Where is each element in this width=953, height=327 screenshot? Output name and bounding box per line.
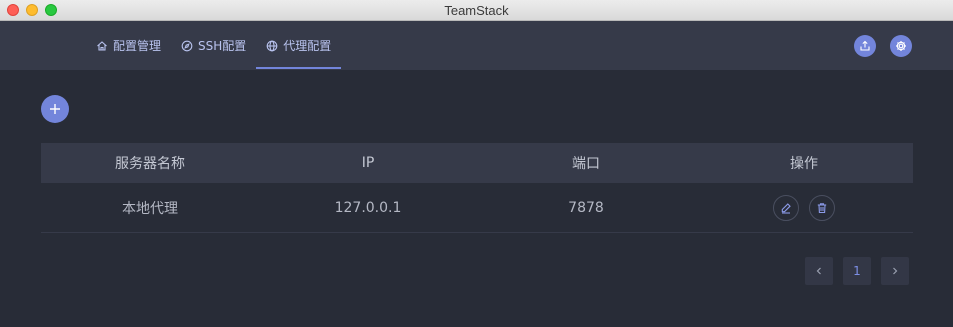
upload-button[interactable] <box>854 35 876 57</box>
prev-page-button[interactable] <box>805 257 833 285</box>
upload-icon <box>860 40 870 51</box>
edit-button[interactable] <box>773 194 799 221</box>
add-proxy-button[interactable] <box>41 95 69 123</box>
chevron-left-icon <box>816 267 821 275</box>
globe-icon <box>266 40 278 51</box>
cell-actions <box>695 194 913 221</box>
app-window: TeamStack 配置管理 SSH配置 代理配置 服务器名称 IP 端口 操作… <box>0 0 953 327</box>
next-page-button[interactable] <box>881 257 909 285</box>
delete-button[interactable] <box>809 194 835 221</box>
pagination: 1 <box>805 257 909 285</box>
column-header-port: 端口 <box>572 156 600 172</box>
top-navbar: 配置管理 SSH配置 代理配置 <box>0 21 953 70</box>
table-row: 本地代理 127.0.0.1 7878 <box>41 183 913 233</box>
tab-label: 配置管理 <box>113 39 162 53</box>
window-titlebar: TeamStack <box>0 0 953 21</box>
window-title: TeamStack <box>444 3 509 18</box>
chevron-right-icon <box>893 267 898 275</box>
page-number-button[interactable]: 1 <box>843 257 871 285</box>
home-icon <box>97 40 107 51</box>
tab-ssh-config[interactable]: SSH配置 <box>171 21 256 70</box>
nav-tabs: 配置管理 SSH配置 代理配置 <box>86 21 342 70</box>
nav-actions <box>854 35 912 57</box>
cell-ip: 127.0.0.1 <box>334 199 402 216</box>
tab-config-management[interactable]: 配置管理 <box>86 21 171 70</box>
compass-icon <box>181 40 193 51</box>
edit-icon <box>781 202 791 214</box>
proxy-table: 服务器名称 IP 端口 操作 本地代理 127.0.0.1 7878 <box>41 143 913 233</box>
tab-label: SSH配置 <box>198 39 247 53</box>
plus-icon <box>50 104 60 114</box>
cell-port: 7878 <box>568 199 604 216</box>
trash-icon <box>817 202 827 213</box>
tab-label: 代理配置 <box>283 39 332 53</box>
gear-icon <box>896 41 906 51</box>
tab-proxy-config[interactable]: 代理配置 <box>256 21 342 70</box>
column-header-actions: 操作 <box>790 156 818 172</box>
table-header: 服务器名称 IP 端口 操作 <box>41 143 913 183</box>
column-header-ip: IP <box>361 155 375 171</box>
column-header-server-name: 服务器名称 <box>115 156 185 172</box>
settings-button[interactable] <box>890 35 912 57</box>
cell-server-name: 本地代理 <box>122 200 178 217</box>
